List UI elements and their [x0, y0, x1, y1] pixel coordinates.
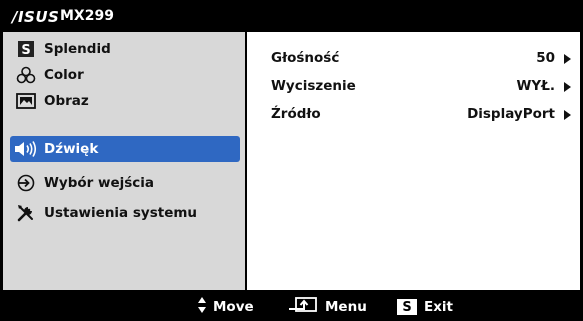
asus-logo: /ISUS: [12, 8, 60, 26]
model-name: MX299: [60, 8, 114, 24]
svg-text:S: S: [21, 43, 30, 58]
setting-value: 50: [536, 50, 555, 66]
setting-row-source[interactable]: Źródło DisplayPort: [271, 104, 571, 126]
speaker-icon: [12, 140, 40, 158]
arrow-right-icon: [564, 54, 571, 64]
arrow-right-icon: [564, 110, 571, 120]
setting-label: Wyciszenie: [271, 78, 356, 94]
sidebar-item-wybor-wejscia[interactable]: Wybór wejścia: [10, 170, 240, 196]
setting-row-mute[interactable]: Wyciszenie WYŁ.: [271, 76, 571, 98]
up-down-arrows-icon: [197, 296, 207, 318]
sidebar: S Splendid Color Obraz Dźwięk Wybór wejś…: [3, 32, 245, 290]
osd-header: /ISUS MX299: [3, 3, 580, 30]
color-circles-icon: [12, 66, 40, 84]
menu-hint: Menu: [288, 296, 367, 318]
sidebar-item-splendid[interactable]: S Splendid: [10, 36, 240, 62]
sidebar-item-color[interactable]: Color: [10, 62, 240, 88]
sidebar-item-label: Dźwięk: [44, 141, 99, 157]
sidebar-item-label: Color: [44, 67, 84, 83]
setting-label: Głośność: [271, 50, 340, 66]
sidebar-item-label: Obraz: [44, 93, 89, 109]
move-label: Move: [213, 299, 254, 315]
sidebar-item-dzwiek[interactable]: Dźwięk: [10, 136, 240, 162]
splendid-s-icon: S: [12, 40, 40, 58]
image-icon: [12, 93, 40, 109]
sidebar-item-ustawienia-systemu[interactable]: Ustawienia systemu: [10, 200, 240, 226]
sidebar-item-obraz[interactable]: Obraz: [10, 88, 240, 114]
s-key-icon: S: [397, 299, 417, 315]
sidebar-item-label: Splendid: [44, 41, 111, 57]
sidebar-item-label: Ustawienia systemu: [44, 205, 198, 221]
setting-row-volume[interactable]: Głośność 50: [271, 48, 571, 70]
osd-footer: Move Menu S Exit: [0, 292, 583, 321]
setting-value: DisplayPort: [467, 106, 555, 122]
sidebar-item-label: Wybór wejścia: [44, 175, 155, 191]
tools-icon: [12, 203, 40, 223]
arrow-right-icon: [564, 82, 571, 92]
exit-hint: S Exit: [397, 296, 453, 318]
input-source-icon: [12, 174, 40, 192]
osd-menu: /ISUS MX299 S Splendid Color Obraz Dźwię…: [0, 0, 583, 321]
enter-icon: [288, 296, 318, 318]
menu-label: Menu: [325, 299, 367, 315]
move-hint: Move: [197, 296, 254, 318]
setting-label: Źródło: [271, 106, 321, 122]
exit-label: Exit: [424, 299, 454, 315]
settings-panel: Głośność 50 Wyciszenie WYŁ. Źródło Displ…: [247, 32, 580, 290]
setting-value: WYŁ.: [516, 78, 555, 94]
